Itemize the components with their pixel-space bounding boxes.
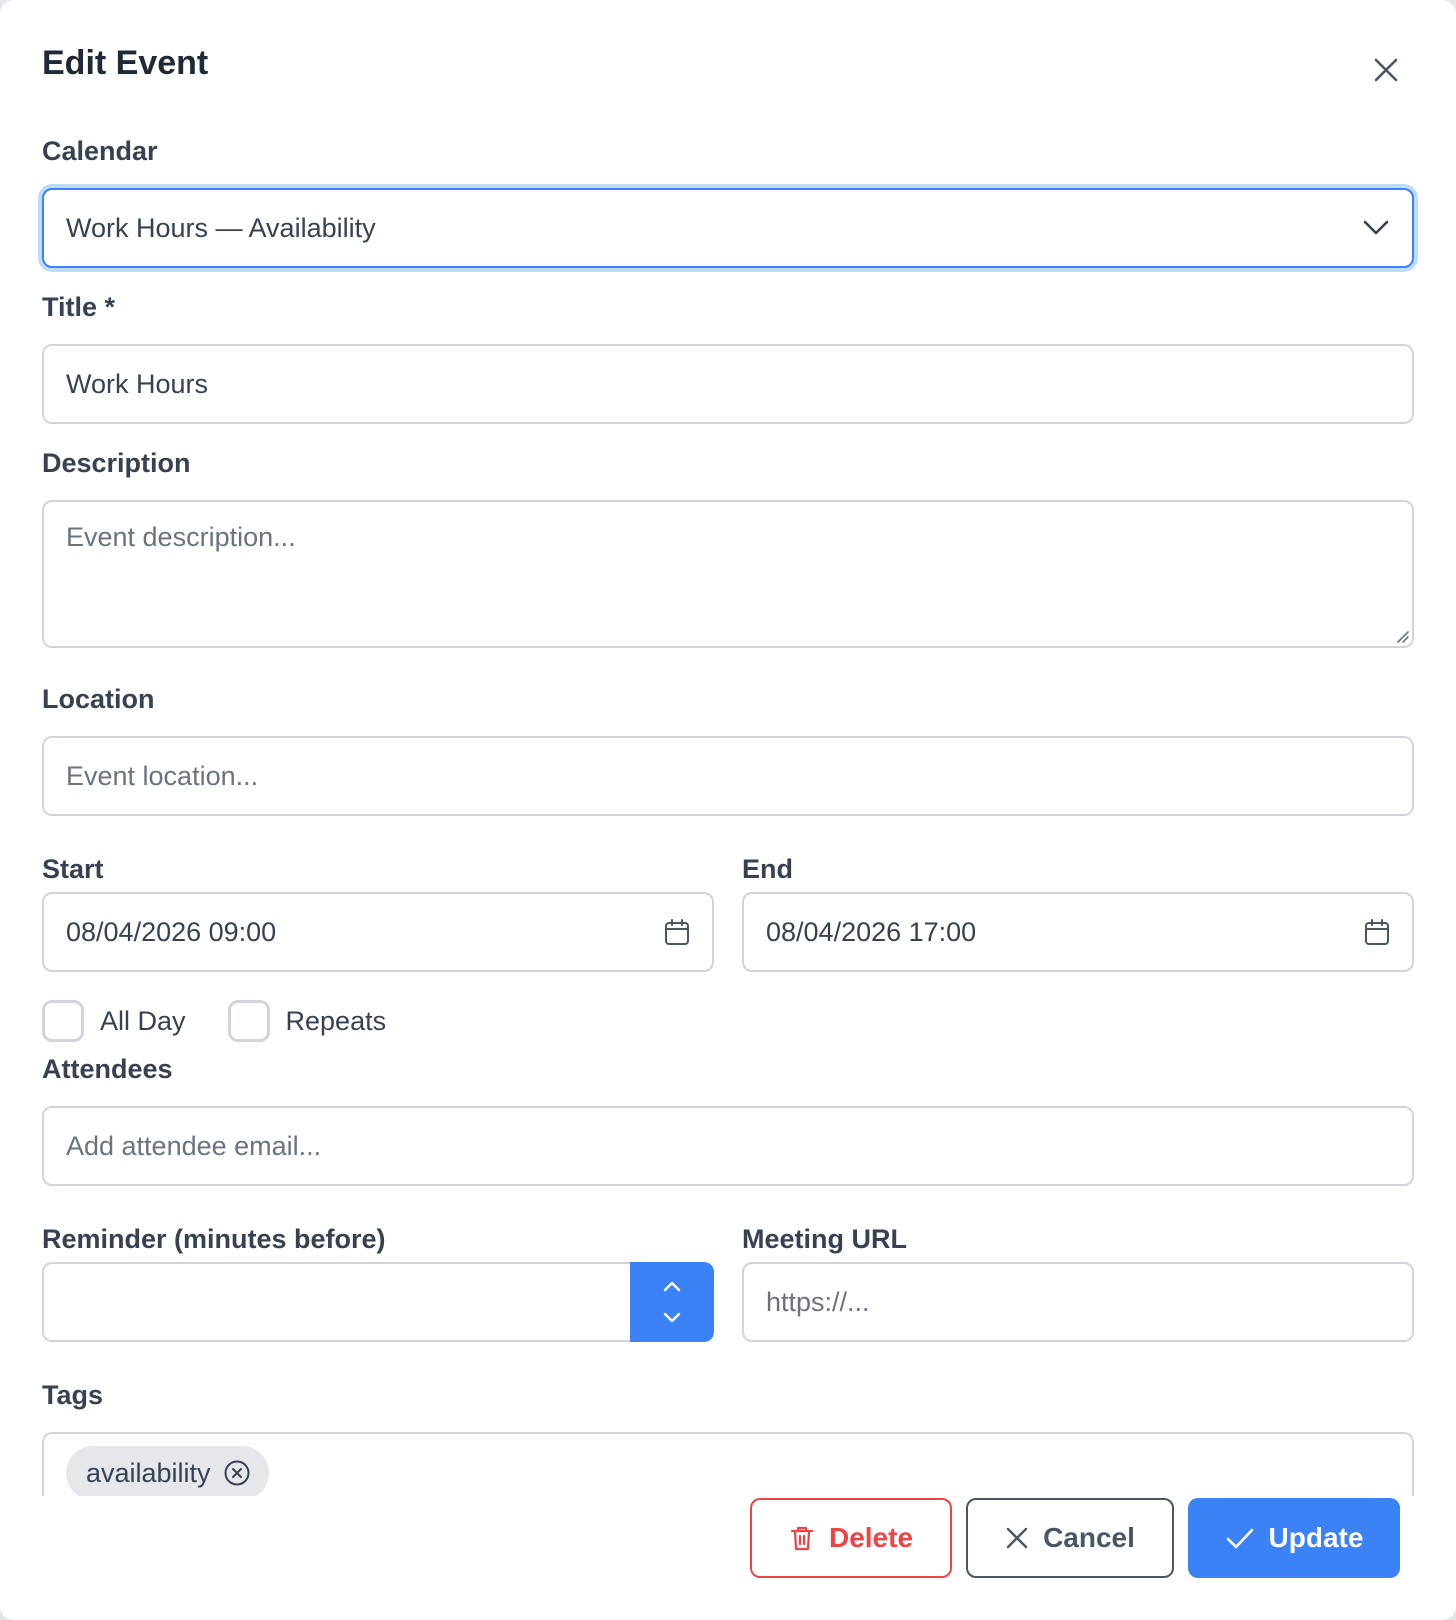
chevron-up-icon bbox=[663, 1281, 681, 1292]
tag-chip: availability bbox=[66, 1446, 269, 1500]
delete-button[interactable]: Delete bbox=[750, 1498, 952, 1578]
start-label: Start bbox=[42, 854, 104, 884]
increment-button[interactable] bbox=[652, 1272, 692, 1300]
repeats-label[interactable]: Repeats bbox=[286, 1006, 387, 1037]
delete-label: Delete bbox=[828, 1522, 914, 1553]
tag-label: availability bbox=[86, 1457, 211, 1488]
edit-event-modal: Edit Event Calendar Work Hours — Availab… bbox=[0, 0, 1456, 1620]
description-textarea[interactable]: Event description... bbox=[42, 500, 1414, 648]
end-datetime-input[interactable]: 08/04/2026 17:00 bbox=[742, 892, 1414, 972]
location-label: Location bbox=[42, 684, 155, 714]
attendee-email-input[interactable]: Add attendee email... bbox=[42, 1106, 1414, 1186]
start-datetime-input[interactable]: 08/04/2026 09:00 bbox=[42, 892, 714, 972]
cancel-button[interactable]: Cancel bbox=[966, 1498, 1174, 1578]
all-day-label[interactable]: All Day bbox=[100, 1006, 186, 1037]
cancel-label: Cancel bbox=[1043, 1522, 1135, 1553]
reminder-input[interactable] bbox=[42, 1262, 632, 1342]
reminder-label: Reminder (minutes before) bbox=[42, 1224, 386, 1254]
reminder-spinner bbox=[630, 1262, 714, 1342]
close-icon bbox=[1374, 58, 1398, 82]
meeting-url-placeholder: https://... bbox=[766, 1286, 870, 1317]
chevron-down-icon bbox=[1363, 220, 1389, 235]
calendar-icon[interactable] bbox=[664, 918, 690, 946]
update-label: Update bbox=[1268, 1522, 1364, 1553]
remove-tag-button[interactable] bbox=[223, 1459, 251, 1487]
meeting-url-label: Meeting URL bbox=[742, 1224, 907, 1254]
chevron-down-icon bbox=[663, 1312, 681, 1323]
calendar-icon[interactable] bbox=[1364, 918, 1390, 946]
circle-x-icon bbox=[224, 1460, 250, 1486]
modal-title: Edit Event bbox=[42, 44, 209, 82]
close-icon bbox=[1006, 1527, 1028, 1549]
end-label: End bbox=[742, 854, 793, 884]
title-input[interactable]: Work Hours bbox=[42, 344, 1414, 424]
title-label: Title * bbox=[42, 292, 116, 322]
check-icon bbox=[1226, 1528, 1253, 1549]
calendar-label: Calendar bbox=[42, 136, 158, 166]
meeting-url-input[interactable]: https://... bbox=[742, 1262, 1414, 1342]
start-value: 08/04/2026 09:00 bbox=[66, 916, 277, 947]
all-day-checkbox[interactable] bbox=[42, 1000, 84, 1042]
decrement-button[interactable] bbox=[652, 1304, 692, 1332]
repeats-checkbox[interactable] bbox=[227, 1000, 270, 1042]
close-button[interactable] bbox=[1368, 52, 1404, 88]
description-placeholder: Event description... bbox=[66, 522, 296, 552]
location-placeholder: Event location... bbox=[66, 760, 259, 791]
trash-icon bbox=[790, 1526, 814, 1551]
attendees-label: Attendees bbox=[42, 1054, 173, 1084]
calendar-select[interactable]: Work Hours — Availability bbox=[42, 188, 1414, 268]
update-button[interactable]: Update bbox=[1188, 1498, 1400, 1578]
title-input-value: Work Hours bbox=[66, 368, 209, 399]
description-label: Description bbox=[42, 448, 191, 478]
calendar-select-value: Work Hours — Availability bbox=[66, 212, 376, 243]
options-row: All Day Repeats bbox=[42, 1000, 428, 1042]
resize-handle-icon[interactable] bbox=[1394, 628, 1410, 644]
end-value: 08/04/2026 17:00 bbox=[766, 916, 977, 947]
tags-label: Tags bbox=[42, 1380, 104, 1410]
location-input[interactable]: Event location... bbox=[42, 736, 1414, 816]
attendees-placeholder: Add attendee email... bbox=[66, 1130, 322, 1161]
